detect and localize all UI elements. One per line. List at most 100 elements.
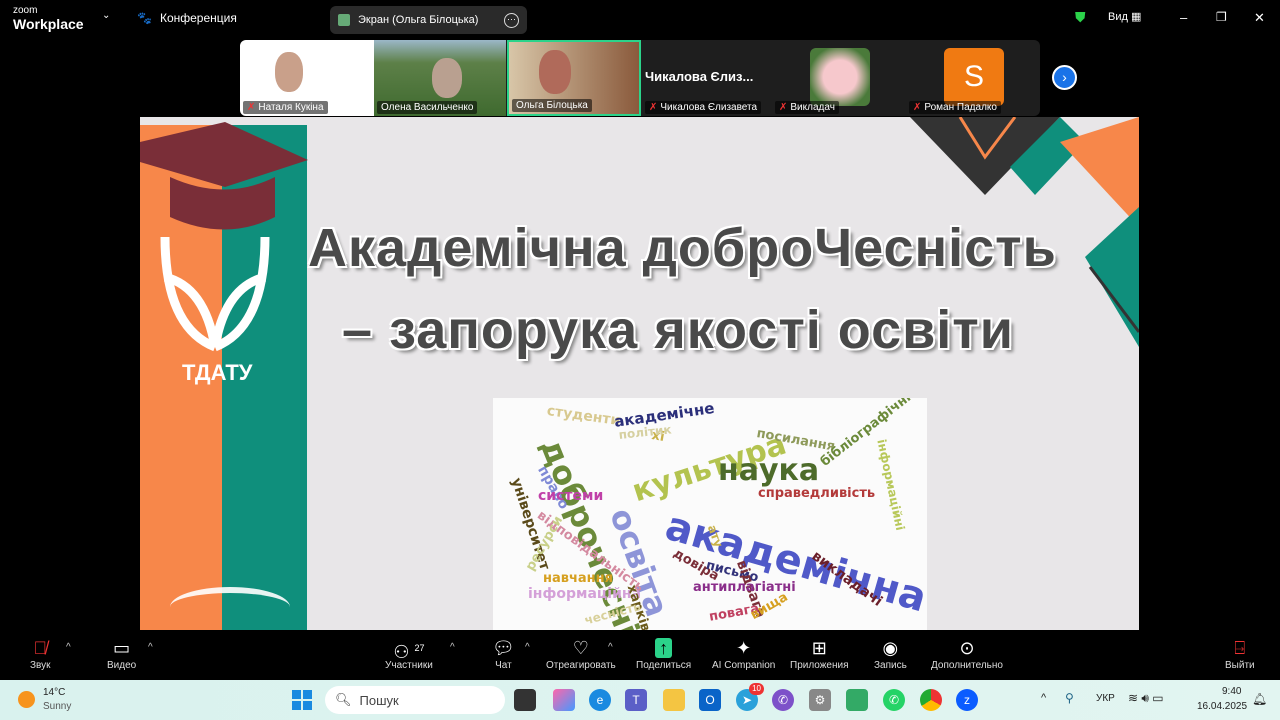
book-icon bbox=[170, 587, 290, 627]
screen-share-pill[interactable]: Экран (Ольга Білоцька) ··· bbox=[330, 6, 527, 34]
react-button[interactable]: ♡ Отреагировать bbox=[546, 636, 616, 671]
participant-video bbox=[275, 52, 303, 92]
cloud-word: навчання bbox=[543, 571, 613, 586]
share-button[interactable]: ↑ Поделиться bbox=[636, 636, 691, 671]
weather-temp[interactable]: 14°C bbox=[43, 687, 65, 698]
weather-status[interactable]: Sunny bbox=[43, 701, 71, 712]
meeting-menu[interactable]: 🐾 Конференция bbox=[137, 11, 237, 25]
participant-avatar bbox=[810, 48, 870, 106]
clock-time[interactable]: 9:40 bbox=[1222, 686, 1241, 697]
view-button[interactable]: Вид ▦ bbox=[1108, 10, 1141, 23]
participants-button[interactable]: ⚇ 27 Участники bbox=[385, 636, 433, 671]
record-icon: ◉ bbox=[882, 638, 899, 658]
title-bar: zoom Workplace ⌄ 🐾 Конференция Экран (Оль… bbox=[0, 0, 1280, 38]
windows-taskbar: 14°C Sunny 🔍︎ Пошук e T O ➤ 10 ✆ ⚙ ✆ z ^ ⚲… bbox=[0, 680, 1280, 720]
sparkle-icon: ✦ bbox=[736, 638, 752, 658]
file-explorer-icon[interactable] bbox=[663, 689, 685, 711]
next-page-button[interactable]: › bbox=[1052, 65, 1077, 90]
chat-caret[interactable]: ^ bbox=[525, 642, 530, 653]
leave-icon: ⍈ bbox=[1234, 638, 1246, 658]
screen-share-label: Экран (Ольга Білоцька) bbox=[358, 14, 479, 26]
meeting-toolbar: 🎙̸ Звук ^ ▭ Видео ^ ⚇ 27 Участники ^ 💬︎ Чат … bbox=[0, 630, 1280, 680]
participant-name: Олена Васильченко bbox=[377, 101, 478, 114]
participant-name: ✗ Наталя Кукіна bbox=[243, 101, 328, 114]
sun-icon bbox=[18, 691, 35, 708]
university-logo bbox=[160, 236, 270, 352]
apps-icon: ⊞ bbox=[811, 638, 827, 658]
teams-icon[interactable]: T bbox=[625, 689, 647, 711]
participant-tile[interactable]: Олена Васильченко bbox=[374, 40, 506, 116]
participant-tile-active[interactable]: Ольга Білоцька bbox=[507, 40, 641, 116]
participant-strip: ✗ Наталя Кукіна Олена Васильченко Ольга Б… bbox=[240, 40, 1040, 116]
participant-name: Ольга Білоцька bbox=[512, 99, 592, 112]
zoom-logo: Workplace bbox=[13, 16, 84, 32]
meeting-label: Конференция bbox=[159, 11, 237, 25]
mic-muted-icon: 🎙̸ bbox=[33, 638, 48, 658]
whatsapp-icon[interactable]: ✆ bbox=[883, 689, 905, 711]
participant-name: ✗ Викладач bbox=[775, 101, 839, 114]
participant-tile[interactable]: ✗ Наталя Кукіна bbox=[240, 40, 374, 116]
outlook-icon[interactable]: O bbox=[699, 689, 721, 711]
maximize-button[interactable]: ❐ bbox=[1216, 10, 1227, 24]
cloud-word: студенти bbox=[545, 403, 622, 430]
notification-icon[interactable]: 🔔︎ bbox=[1252, 692, 1267, 706]
paw-icon: 🐾 bbox=[137, 11, 152, 25]
edge-icon[interactable]: e bbox=[589, 689, 611, 711]
screen-icon bbox=[338, 14, 350, 26]
chatgpt-icon[interactable]: ⚙ bbox=[809, 689, 831, 711]
shield-icon[interactable]: ⛊ bbox=[1075, 9, 1086, 26]
cloud-word: інформаційні bbox=[874, 438, 908, 532]
react-caret[interactable]: ^ bbox=[608, 642, 613, 653]
audio-options-caret[interactable]: ^ bbox=[66, 642, 71, 653]
zoom-logo-small: zoom bbox=[13, 5, 38, 16]
ai-companion-button[interactable]: ✦ AI Companion bbox=[712, 636, 775, 671]
chat-icon: 💬︎ bbox=[492, 638, 515, 658]
cloud-word: справедливість bbox=[758, 486, 876, 501]
task-view-icon[interactable] bbox=[514, 689, 536, 711]
telegram-icon[interactable]: ➤ 10 bbox=[736, 683, 764, 711]
cloud-word: наука bbox=[718, 453, 820, 488]
participant-name: ✗ Роман Падалко bbox=[909, 101, 1001, 114]
participant-tile[interactable]: S ✗ Роман Падалко bbox=[906, 40, 1040, 116]
audio-button[interactable]: 🎙̸ Звук bbox=[30, 636, 51, 671]
app-icon[interactable] bbox=[846, 689, 868, 711]
more-button[interactable]: ⊙ Дополнительно bbox=[931, 636, 1003, 671]
copilot-icon[interactable] bbox=[553, 689, 575, 711]
show-hidden-icons[interactable]: ^ bbox=[1041, 692, 1046, 704]
wifi-volume-battery-icons[interactable]: ≋ 🔊︎ ▭ bbox=[1128, 691, 1164, 706]
chat-button[interactable]: 💬︎ Чат bbox=[492, 636, 515, 671]
slide-title-line-2: – запорука якості освіти bbox=[342, 300, 1014, 360]
taskbar-search[interactable]: 🔍︎ Пошук bbox=[325, 686, 505, 714]
slide-title-line-1: Академічна доброЧесність bbox=[308, 218, 1057, 278]
video-button[interactable]: ▭ Видео bbox=[107, 636, 136, 671]
participant-display-name: Чикалова Єлиз... bbox=[645, 69, 754, 84]
camera-icon: ▭ bbox=[113, 638, 131, 658]
leave-button[interactable]: ⍈ Выйти bbox=[1225, 636, 1255, 671]
participant-name: ✗ Чикалова Єлизавета bbox=[645, 101, 762, 114]
zoom-icon[interactable]: z bbox=[956, 689, 978, 711]
shared-slide: ТДАТУ Академічна доброЧесність – запорук… bbox=[140, 117, 1139, 630]
viber-icon[interactable]: ✆ bbox=[772, 689, 794, 711]
more-icon: ⊙ bbox=[959, 638, 975, 658]
more-icon[interactable]: ··· bbox=[504, 12, 519, 28]
input-indicator-icon[interactable]: ⚲ bbox=[1065, 691, 1074, 705]
participants-caret[interactable]: ^ bbox=[450, 642, 455, 653]
participant-tile[interactable]: Чикалова Єлиз... ✗ Чикалова Єлизавета bbox=[642, 40, 772, 116]
apps-button[interactable]: ⊞ Приложения bbox=[790, 636, 849, 671]
participant-video bbox=[432, 58, 462, 98]
language-indicator[interactable]: УКР bbox=[1096, 693, 1115, 704]
participant-video bbox=[539, 50, 571, 94]
search-icon: 🔍︎ bbox=[335, 692, 352, 707]
windows-start-icon[interactable] bbox=[292, 690, 312, 710]
chrome-icon[interactable] bbox=[920, 689, 942, 711]
heart-icon: ♡ bbox=[572, 638, 589, 658]
participant-tile[interactable]: ✗ Викладач bbox=[772, 40, 906, 116]
clock-date[interactable]: 16.04.2025 bbox=[1197, 701, 1247, 712]
video-options-caret[interactable]: ^ bbox=[148, 642, 153, 653]
minimize-button[interactable]: – bbox=[1180, 10, 1187, 25]
close-button[interactable]: ✕ bbox=[1254, 10, 1265, 26]
share-icon: ↑ bbox=[636, 636, 691, 660]
record-button[interactable]: ◉ Запись bbox=[874, 636, 907, 671]
chevron-down-icon[interactable]: ⌄ bbox=[102, 10, 110, 21]
cloud-word: бібліографічні bbox=[818, 398, 915, 470]
